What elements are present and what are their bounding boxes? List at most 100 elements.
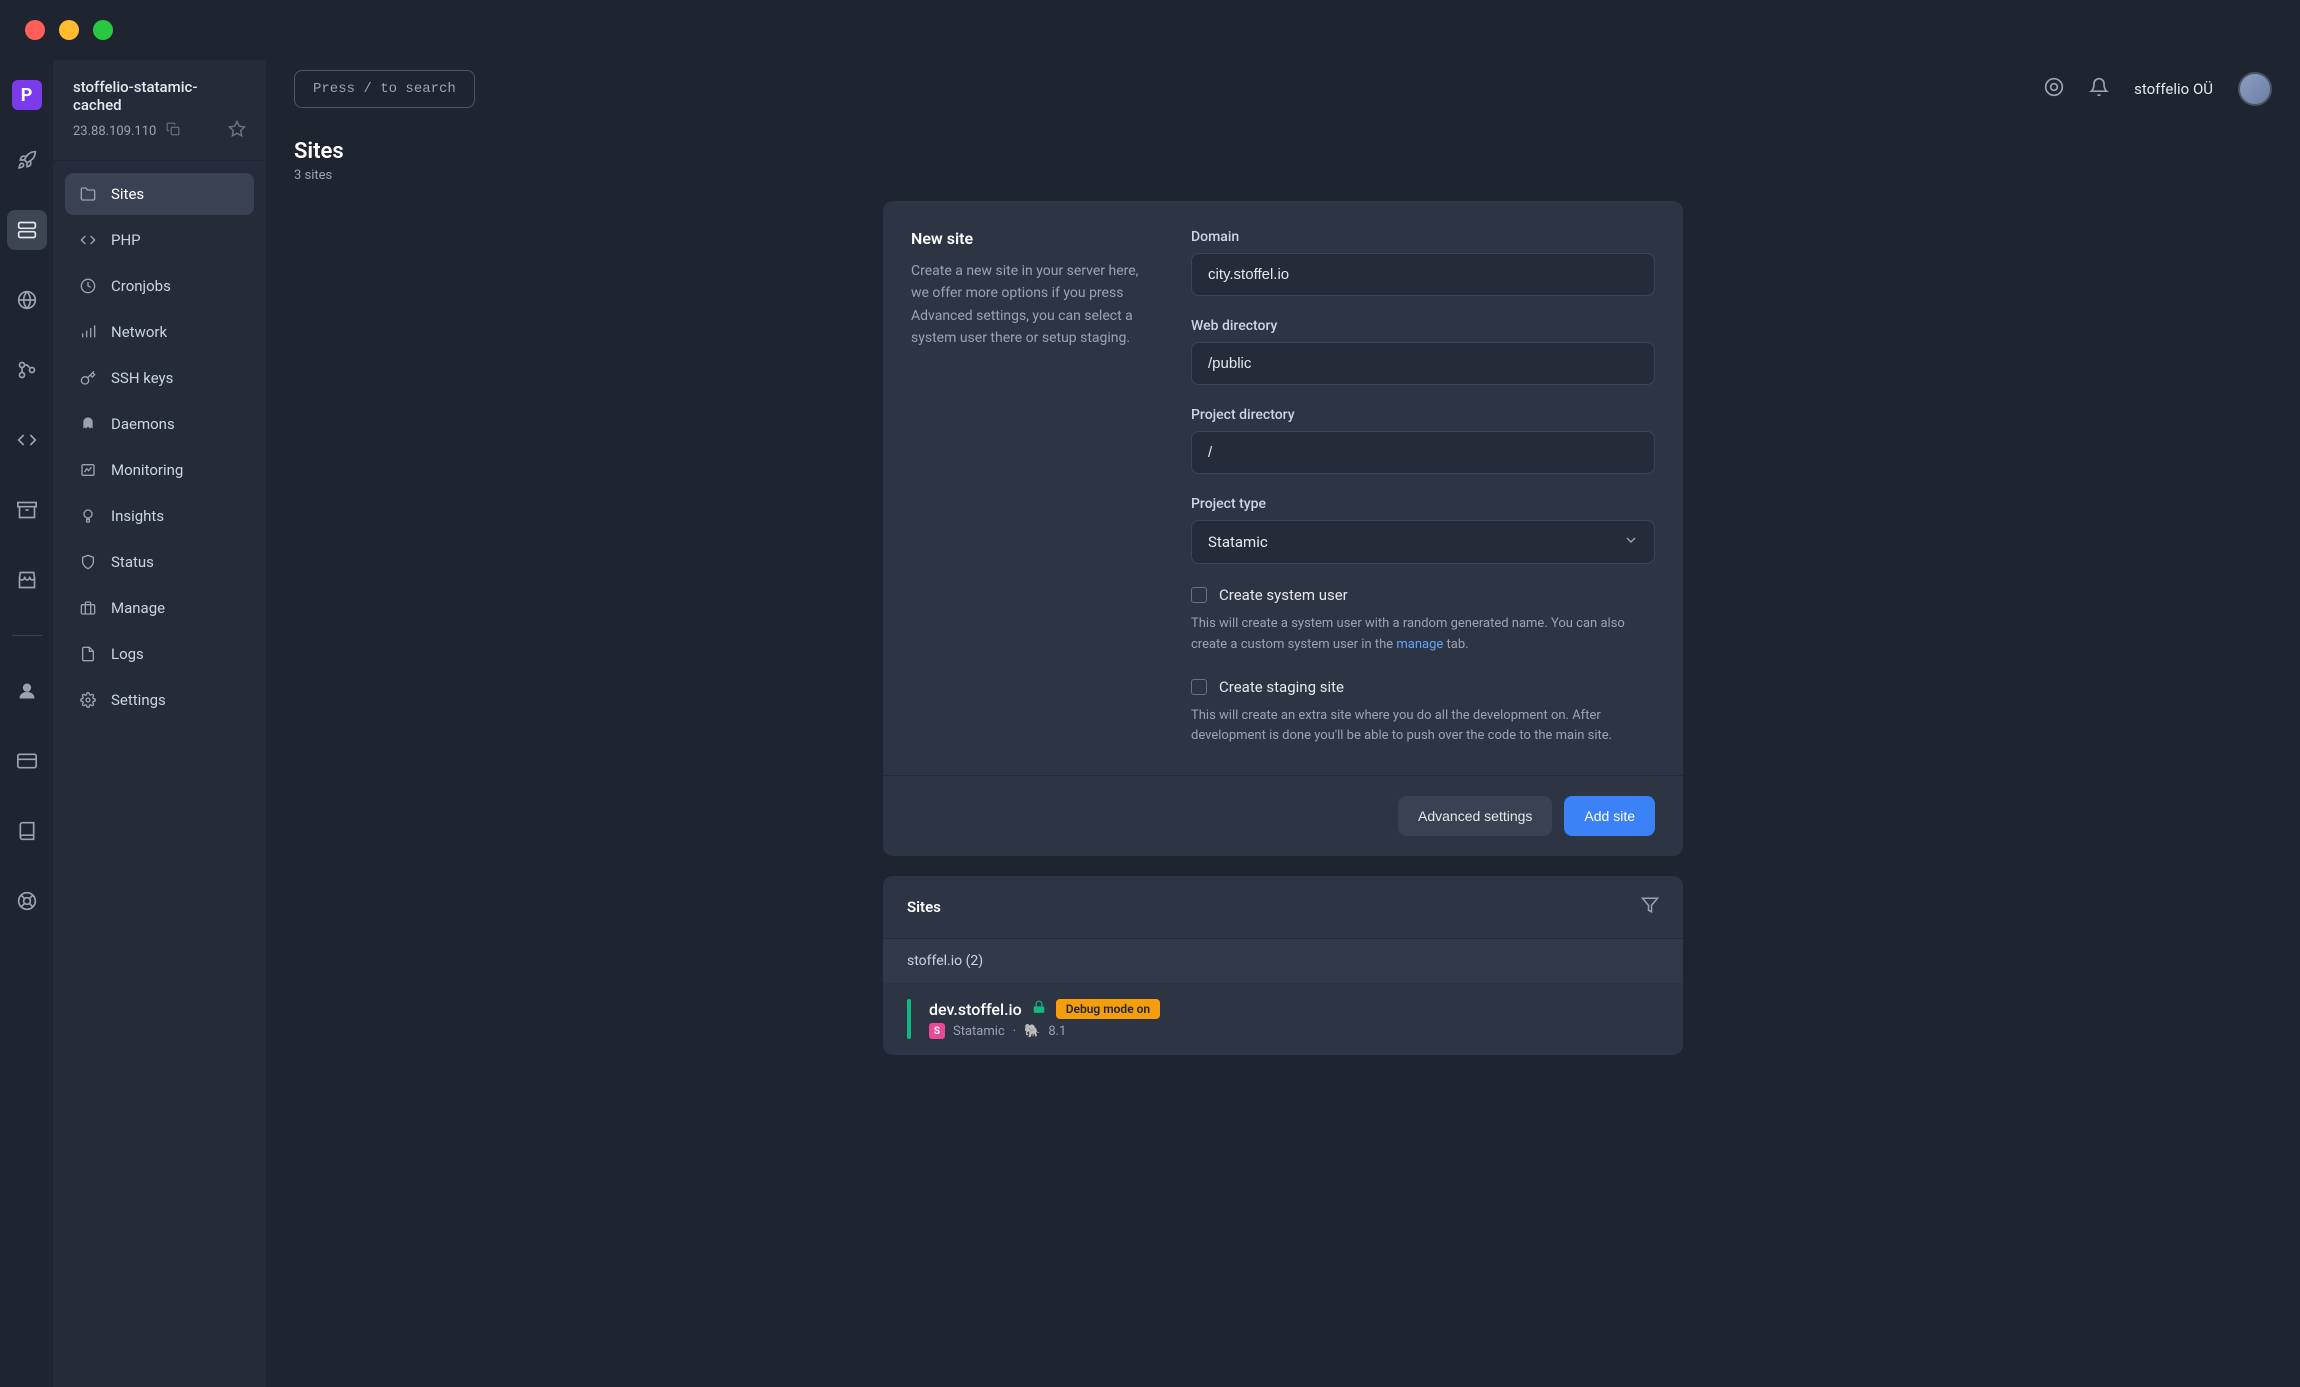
rail-divider	[12, 635, 42, 636]
nav-manage[interactable]: Manage	[65, 587, 254, 629]
nav-insights[interactable]: Insights	[65, 495, 254, 537]
close-window-button[interactable]	[25, 20, 45, 40]
new-site-card: New site Create a new site in your serve…	[883, 201, 1683, 856]
book-icon[interactable]	[7, 811, 47, 851]
bulb-icon	[79, 507, 97, 525]
site-name: dev.stoffel.io	[929, 1000, 1022, 1019]
help-icon[interactable]	[7, 881, 47, 921]
projdir-label: Project directory	[1191, 407, 1655, 423]
star-icon[interactable]	[228, 120, 246, 142]
server-icon[interactable]	[7, 210, 47, 250]
signal-icon	[79, 323, 97, 341]
php-version: 8.1	[1048, 1024, 1066, 1039]
page-subtitle: 3 sites	[294, 168, 2272, 183]
briefcase-icon	[79, 599, 97, 617]
shop-icon[interactable]	[7, 560, 47, 600]
branches-icon[interactable]	[7, 350, 47, 390]
file-icon	[79, 645, 97, 663]
nav-label: Settings	[111, 691, 166, 709]
webdir-label: Web directory	[1191, 318, 1655, 334]
page-header: Sites 3 sites	[266, 117, 2300, 201]
nav-label: PHP	[111, 231, 141, 249]
debug-badge: Debug mode on	[1056, 999, 1160, 1019]
create-user-label: Create system user	[1219, 586, 1348, 604]
nav-label: Monitoring	[111, 461, 183, 479]
bell-icon[interactable]	[2089, 77, 2109, 101]
create-user-checkbox[interactable]	[1191, 587, 1207, 603]
staging-label: Create staging site	[1219, 678, 1344, 696]
card-description: Create a new site in your server here, w…	[911, 260, 1151, 350]
maximize-window-button[interactable]	[93, 20, 113, 40]
nav-logs[interactable]: Logs	[65, 633, 254, 675]
clock-icon	[79, 277, 97, 295]
domain-label: Domain	[1191, 229, 1655, 245]
nav-ssh-keys[interactable]: SSH keys	[65, 357, 254, 399]
app-logo[interactable]: P	[12, 80, 42, 110]
sites-list-card: Sites stoffel.io (2) dev.stoffel.io	[883, 876, 1683, 1055]
create-user-help: This will create a system user with a ra…	[1191, 614, 1655, 656]
window-titlebar	[0, 0, 2300, 60]
ghost-icon	[79, 415, 97, 433]
shield-icon	[79, 553, 97, 571]
nav-label: Daemons	[111, 415, 175, 433]
projdir-input[interactable]	[1191, 431, 1655, 474]
server-ip: 23.88.109.110	[73, 124, 156, 139]
code-brackets-icon	[79, 231, 97, 249]
server-info: stoffelio-statamic-cached 23.88.109.110	[53, 60, 266, 161]
sidebar-nav: Sites PHP Cronjobs Network SSH keys	[53, 161, 266, 733]
nav-label: Cronjobs	[111, 277, 171, 295]
nav-daemons[interactable]: Daemons	[65, 403, 254, 445]
nav-settings[interactable]: Settings	[65, 679, 254, 721]
status-indicator	[907, 999, 911, 1039]
nav-php[interactable]: PHP	[65, 219, 254, 261]
nav-monitoring[interactable]: Monitoring	[65, 449, 254, 491]
nav-status[interactable]: Status	[65, 541, 254, 583]
add-site-button[interactable]: Add site	[1564, 796, 1655, 836]
card-title: New site	[911, 229, 1151, 248]
nav-label: Network	[111, 323, 167, 341]
type-label: Project type	[1191, 496, 1655, 512]
minimize-window-button[interactable]	[59, 20, 79, 40]
archive-icon[interactable]	[7, 490, 47, 530]
filter-icon[interactable]	[1641, 896, 1659, 918]
nav-sites[interactable]: Sites	[65, 173, 254, 215]
icon-rail: P	[0, 60, 53, 1387]
tech-badge-icon: S	[929, 1023, 945, 1039]
nav-label: Manage	[111, 599, 165, 617]
type-select[interactable]: Statamic	[1191, 520, 1655, 564]
topbar: Press / to search stoffelio OÜ	[266, 60, 2300, 117]
site-list-item[interactable]: dev.stoffel.io Debug mode on S Statamic …	[883, 983, 1683, 1055]
main-content: Press / to search stoffelio OÜ Sites 3 s…	[266, 60, 2300, 1387]
gear-icon	[79, 691, 97, 709]
manage-link[interactable]: manage	[1396, 637, 1443, 652]
sidebar: stoffelio-statamic-cached 23.88.109.110 …	[53, 60, 266, 1387]
nav-label: Status	[111, 553, 154, 571]
credit-card-icon[interactable]	[7, 741, 47, 781]
target-icon[interactable]	[2044, 77, 2064, 101]
staging-help: This will create an extra site where you…	[1191, 706, 1655, 748]
server-name: stoffelio-statamic-cached	[73, 78, 246, 114]
domain-input[interactable]	[1191, 253, 1655, 296]
user-icon[interactable]	[7, 671, 47, 711]
tech-name: Statamic	[953, 1024, 1005, 1039]
webdir-input[interactable]	[1191, 342, 1655, 385]
nav-cronjobs[interactable]: Cronjobs	[65, 265, 254, 307]
globe-icon[interactable]	[7, 280, 47, 320]
page-title: Sites	[294, 139, 2272, 164]
copy-icon[interactable]	[166, 122, 180, 140]
folder-icon	[79, 185, 97, 203]
key-icon	[79, 369, 97, 387]
user-name[interactable]: stoffelio OÜ	[2134, 80, 2213, 98]
user-avatar[interactable]	[2238, 72, 2272, 106]
nav-label: SSH keys	[111, 369, 173, 387]
staging-checkbox[interactable]	[1191, 679, 1207, 695]
code-icon[interactable]	[7, 420, 47, 460]
nav-network[interactable]: Network	[65, 311, 254, 353]
rocket-icon[interactable]	[7, 140, 47, 180]
nav-label: Insights	[111, 507, 164, 525]
sites-list-title: Sites	[907, 898, 941, 916]
search-button[interactable]: Press / to search	[294, 70, 475, 108]
gauge-icon	[79, 461, 97, 479]
site-group-header[interactable]: stoffel.io (2)	[883, 939, 1683, 983]
advanced-settings-button[interactable]: Advanced settings	[1398, 796, 1552, 836]
